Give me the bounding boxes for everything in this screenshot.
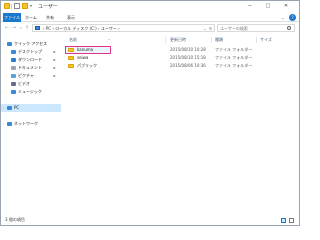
table-row[interactable]: kanuma 2015/08/10 10:28 ファイル フォルダー <box>65 46 297 54</box>
file-type: ファイル フォルダー <box>215 55 253 60</box>
tree-item-label: クイック アクセス <box>14 41 48 46</box>
new-folder-icon[interactable] <box>22 3 28 9</box>
search-icon[interactable] <box>287 26 291 30</box>
navigation-pane: › クイック アクセス デスクトップ ✱ ダウンロード ✱ ドキュメント ✱ ピ… <box>1 34 61 215</box>
picture-icon <box>11 74 16 78</box>
title-bar: ▾ ユーザー ─ □ ✕ <box>1 1 299 13</box>
table-row[interactable]: パブリック 2015/08/06 10:36 ファイル フォルダー <box>65 62 297 70</box>
column-header-size[interactable]: サイズ <box>260 37 272 43</box>
tree-item-label: ダウンロード <box>18 57 42 62</box>
column-divider[interactable] <box>256 37 257 43</box>
refresh-icon[interactable]: ↻ <box>209 25 212 32</box>
status-bar: 3 個の項目 <box>1 215 299 225</box>
tree-item-label: ビデオ <box>18 81 30 86</box>
computer-icon <box>7 106 12 110</box>
folder-icon <box>68 48 74 52</box>
tab-view[interactable]: 表示 <box>67 13 75 22</box>
expand-chevron-icon[interactable]: › <box>3 104 4 112</box>
tree-item-label: デスクトップ <box>18 49 42 54</box>
column-header-date[interactable]: 更新日時 <box>170 37 186 43</box>
search-box[interactable] <box>217 24 295 32</box>
pin-icon[interactable]: ✱ <box>53 66 56 70</box>
quick-access-toolbar-divider <box>11 4 12 9</box>
file-name[interactable]: kanuma <box>77 46 93 54</box>
pin-icon[interactable]: ✱ <box>53 50 56 54</box>
address-bar[interactable]: › PC › ローカル ディスク (C:) › ユーザー › ⌄ ↻ <box>32 24 215 32</box>
tab-file[interactable]: ファイル <box>3 13 21 22</box>
ribbon-tabs: ファイル ホーム 共有 表示 ⌄ ? <box>1 13 299 22</box>
tree-item-videos[interactable]: ビデオ <box>1 80 61 88</box>
tree-item-desktop[interactable]: デスクトップ ✱ <box>1 48 61 56</box>
tree-item-downloads[interactable]: ダウンロード ✱ <box>1 56 61 64</box>
maximize-button[interactable]: □ <box>261 1 275 11</box>
expand-ribbon-chevron-icon[interactable]: ⌄ <box>281 15 286 20</box>
customize-toolbar-chevron-icon[interactable]: ▾ <box>30 4 34 8</box>
file-date: 2015/08/10 10:28 <box>170 47 206 52</box>
up-arrow-icon[interactable]: ↑ <box>24 25 30 31</box>
tab-home[interactable]: ホーム <box>25 13 37 22</box>
help-icon[interactable]: ? <box>289 14 296 21</box>
file-type: ファイル フォルダー <box>215 63 253 68</box>
details-view-icon[interactable] <box>281 218 286 223</box>
navigation-bar: ← → ▾ ↑ › PC › ローカル ディスク (C:) › ユーザー › ⌄… <box>1 22 299 34</box>
back-arrow-icon[interactable]: ← <box>4 25 10 31</box>
file-name[interactable]: パブリック <box>77 62 97 70</box>
column-divider[interactable] <box>165 37 166 43</box>
tree-item-pictures[interactable]: ピクチャ ✱ <box>1 72 61 80</box>
tree-item-quick-access[interactable]: › クイック アクセス <box>1 40 61 48</box>
tree-item-network[interactable]: › ネットワーク <box>1 120 61 128</box>
tree-item-music[interactable]: ミュージック <box>1 88 61 96</box>
pin-icon[interactable]: ✱ <box>53 58 56 62</box>
item-count: 3 個の項目 <box>5 217 25 222</box>
video-icon <box>11 82 16 86</box>
window-title: ユーザー <box>38 4 58 10</box>
column-divider[interactable] <box>211 37 212 43</box>
tree-item-documents[interactable]: ドキュメント ✱ <box>1 64 61 72</box>
properties-icon[interactable] <box>14 3 20 9</box>
tree-item-label: ピクチャ <box>18 73 34 78</box>
tree-item-pc[interactable]: › PC <box>1 104 61 112</box>
network-icon <box>7 122 12 126</box>
desktop-icon <box>11 50 16 54</box>
tree-item-label: ネットワーク <box>14 121 38 126</box>
sort-arrow-icon: ^ <box>108 38 111 42</box>
tree-item-label: ドキュメント <box>18 65 42 70</box>
file-type: ファイル フォルダー <box>215 47 253 52</box>
search-input[interactable] <box>220 25 282 31</box>
file-name[interactable]: seiwa <box>77 54 88 62</box>
column-header-name[interactable]: 名前 <box>69 37 77 43</box>
explorer-window: ▾ ユーザー ─ □ ✕ ファイル ホーム 共有 表示 ⌄ ? ← → ▾ ↑ … <box>0 0 300 226</box>
tree-item-label: PC <box>14 105 20 110</box>
download-icon <box>11 58 16 62</box>
table-row[interactable]: seiwa 2015/08/10 15:18 ファイル フォルダー <box>65 54 297 62</box>
pin-icon[interactable]: ✱ <box>53 74 56 78</box>
folder-icon <box>4 3 10 9</box>
tree-item-label: ミュージック <box>18 89 42 94</box>
document-icon <box>11 66 16 70</box>
large-icons-view-icon[interactable] <box>289 218 294 223</box>
breadcrumb[interactable]: › PC › ローカル ディスク (C:) › ユーザー › <box>43 25 120 32</box>
music-icon <box>11 90 16 94</box>
column-header-type[interactable]: 種類 <box>215 37 223 43</box>
tab-share[interactable]: 共有 <box>46 13 54 22</box>
star-icon <box>7 42 12 46</box>
file-list: 名前 ^ 更新日時 種類 サイズ kanuma 2015/08/10 10:28… <box>63 34 299 215</box>
close-button[interactable]: ✕ <box>279 1 293 11</box>
file-date: 2015/08/10 15:18 <box>170 55 206 60</box>
folder-icon <box>68 56 74 60</box>
expand-chevron-icon[interactable]: › <box>3 120 4 128</box>
folder-icon <box>68 64 74 68</box>
computer-icon <box>35 26 40 30</box>
expand-chevron-icon[interactable]: › <box>3 40 4 48</box>
minimize-button[interactable]: ─ <box>243 1 257 11</box>
file-date: 2015/08/06 10:36 <box>170 63 206 68</box>
address-history-chevron-icon[interactable]: ⌄ <box>203 25 206 32</box>
forward-arrow-icon[interactable]: → <box>11 25 17 31</box>
